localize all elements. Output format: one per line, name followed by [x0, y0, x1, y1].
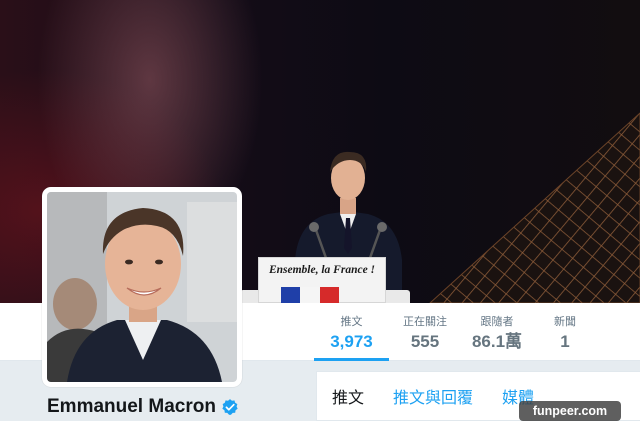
pyramid-illustration	[429, 112, 640, 303]
profile-name-row: Emmanuel Macron	[47, 396, 239, 418]
stat-following[interactable]: 正在關注 555	[389, 303, 461, 361]
french-flag	[281, 287, 339, 303]
stat-value: 1	[560, 332, 570, 351]
stat-label: 正在關注	[403, 316, 447, 328]
watermark: funpeer.com	[519, 401, 621, 421]
verified-badge-icon	[222, 399, 238, 415]
stat-label: 跟隨者	[480, 316, 514, 328]
stat-label: 新聞	[554, 316, 576, 328]
stat-tweets[interactable]: 推文 3,973	[314, 303, 389, 361]
profile-avatar[interactable]	[42, 187, 242, 387]
profile-stats: 推文 3,973 正在關注 555 跟隨者 86.1萬 新聞 1	[314, 303, 597, 361]
stat-value: 86.1萬	[471, 332, 523, 351]
stat-moments[interactable]: 新聞 1	[533, 303, 597, 361]
flag-stripe-red	[319, 287, 339, 303]
stat-value: 555	[410, 332, 440, 351]
lectern: Ensemble, la France !	[258, 257, 386, 303]
profile-display-name[interactable]: Emmanuel Macron	[47, 396, 216, 418]
stat-value: 3,973	[330, 332, 373, 351]
stat-label: 推文	[340, 316, 363, 328]
flag-stripe-white	[300, 287, 320, 303]
lectern-slogan: Ensemble, la France !	[268, 264, 376, 276]
avatar-photo	[47, 192, 237, 382]
flag-stripe-blue	[281, 287, 301, 303]
stat-followers[interactable]: 跟隨者 86.1萬	[461, 303, 533, 361]
tab-tweets-and-replies[interactable]: 推文與回覆	[393, 372, 473, 420]
tab-tweets[interactable]: 推文	[332, 372, 364, 420]
